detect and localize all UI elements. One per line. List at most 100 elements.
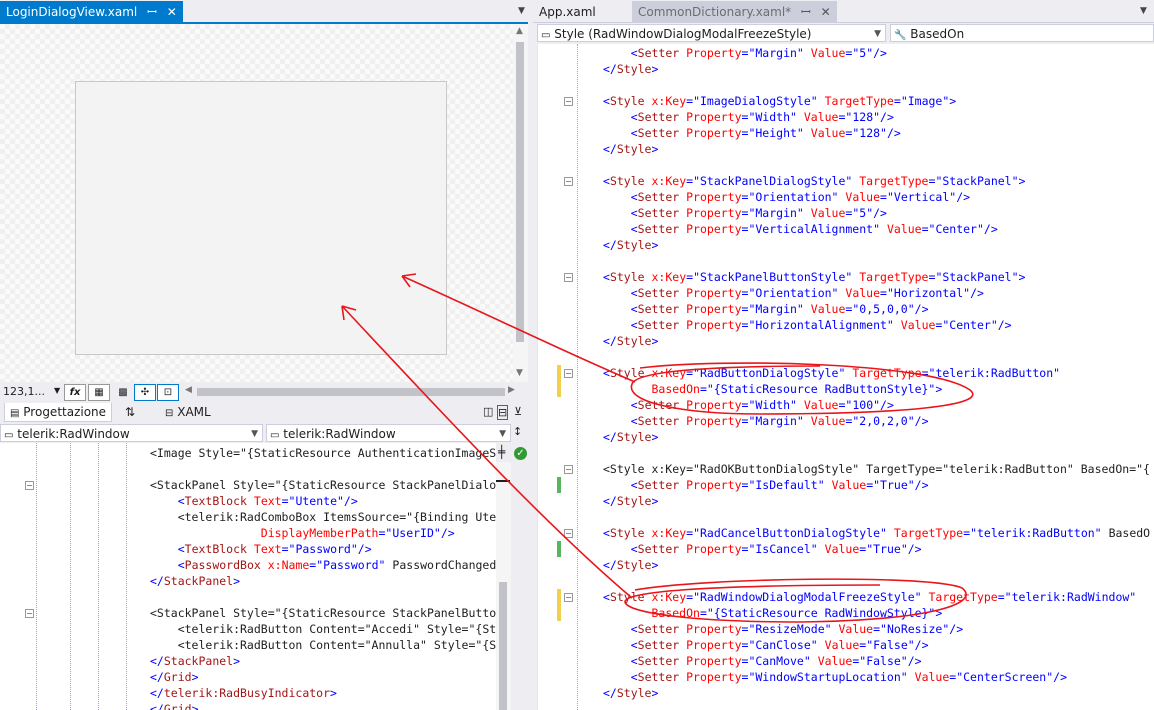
code-line[interactable]: <Setter Property="CanClose" Value="False…	[603, 637, 929, 653]
code-line[interactable]: <TextBlock Text="Password"/>	[150, 541, 372, 557]
code-line[interactable]: </Grid>	[150, 669, 199, 685]
fold-icon[interactable]: −	[564, 97, 573, 106]
code-line[interactable]: <Setter Property="Width" Value="128"/>	[603, 109, 894, 125]
splitter-icon[interactable]: ╪	[498, 445, 505, 459]
designer-vscroll[interactable]: ▲ ▼	[513, 24, 528, 382]
code-line[interactable]: </StackPanel>	[150, 653, 240, 669]
code-line[interactable]: <telerik:RadButton Content="Annulla" Sty…	[150, 637, 496, 653]
swap-panes-icon[interactable]: ⇅	[120, 403, 140, 421]
design-surface[interactable]	[0, 24, 513, 382]
code-line[interactable]: <PasswordBox x:Name="Password" PasswordC…	[150, 557, 496, 573]
formula-icon[interactable]: fx	[64, 384, 86, 401]
type-combo[interactable]: ▭ Style (RadWindowDialogModalFreezeStyle…	[537, 24, 886, 42]
fold-icon[interactable]: −	[25, 481, 34, 490]
zoom-dropdown-icon[interactable]: ▼	[54, 386, 60, 395]
tab-app-xaml[interactable]: App.xaml	[533, 1, 602, 23]
split-divider[interactable]	[528, 0, 533, 710]
code-line[interactable]: <Style x:Key="ImageDialogStyle" TargetTy…	[603, 93, 956, 109]
code-line[interactable]: <Setter Property="WindowStartupLocation"…	[603, 669, 1067, 685]
hscroll-left-icon[interactable]: ◀	[185, 385, 192, 395]
code-line[interactable]: </Style>	[603, 61, 658, 77]
snap-icon[interactable]: ✣	[134, 384, 156, 401]
code-line[interactable]: <Style x:Key="RadWindowDialogModalFreeze…	[603, 589, 1136, 605]
code-line[interactable]: DisplayMemberPath="UserID"/>	[150, 525, 455, 541]
tab-xaml[interactable]: ⊟ XAML	[160, 403, 216, 421]
collapse-pane-icon[interactable]: ⊻	[514, 405, 522, 418]
left-xaml-editor[interactable]: <Image Style="{StaticResource Authentica…	[0, 443, 496, 710]
code-line[interactable]: <StackPanel Style="{StaticResource Stack…	[150, 477, 496, 493]
tab-common-dictionary[interactable]: CommonDictionary.xaml* ꟷ ✕	[632, 1, 837, 23]
scroll-thumb[interactable]	[516, 42, 524, 342]
close-icon[interactable]: ✕	[821, 5, 831, 19]
fold-icon[interactable]: −	[564, 273, 573, 282]
code-line[interactable]: <Image Style="{StaticResource Authentica…	[150, 445, 496, 461]
split-vertical-icon[interactable]: ◫	[483, 405, 493, 418]
code-line[interactable]: <telerik:RadComboBox ItemsSource="{Bindi…	[150, 509, 496, 525]
code-line[interactable]: <Setter Property="Width" Value="100"/>	[603, 397, 894, 413]
code-line[interactable]: </Style>	[603, 493, 658, 509]
zoom-level[interactable]: 123,1...	[3, 385, 45, 398]
code-line[interactable]: <Setter Property="CanMove" Value="False"…	[603, 653, 922, 669]
element-member-combo[interactable]: ▭ telerik:RadWindow ▼	[266, 424, 511, 442]
artboard-icon[interactable]: ▩	[112, 384, 134, 401]
fold-icon[interactable]: −	[564, 177, 573, 186]
code-line[interactable]: </Style>	[603, 237, 658, 253]
pin-icon[interactable]: ꟷ	[147, 5, 157, 19]
scroll-thumb[interactable]	[499, 582, 507, 710]
split-horizontal-icon[interactable]: ⊟	[497, 405, 509, 420]
tab-overflow-icon[interactable]: ▼	[518, 6, 525, 16]
code-line[interactable]: <Setter Property="IsDefault" Value="True…	[603, 477, 929, 493]
design-window-preview[interactable]	[75, 81, 447, 355]
code-line[interactable]: <Setter Property="Height" Value="128"/>	[603, 125, 901, 141]
zoom-fit-icon[interactable]: ⊡	[157, 384, 179, 401]
code-line[interactable]: <Setter Property="Margin" Value="5"/>	[603, 45, 887, 61]
member-combo[interactable]: 🔧 BasedOn	[890, 24, 1154, 42]
code-line[interactable]: <Style x:Key="StackPanelDialogStyle" Tar…	[603, 173, 1025, 189]
code-line[interactable]: </Style>	[603, 557, 658, 573]
code-line[interactable]: <Setter Property="ResizeMode" Value="NoR…	[603, 621, 963, 637]
tab-design[interactable]: ▤ Progettazione	[4, 403, 113, 422]
close-icon[interactable]: ✕	[167, 5, 177, 19]
code-line[interactable]: <TextBlock Text="Utente"/>	[150, 493, 358, 509]
pin-icon[interactable]: ꟷ	[801, 5, 811, 19]
splitter-icon[interactable]: ↕	[513, 425, 522, 438]
tab-overflow-icon[interactable]: ▼	[1140, 6, 1147, 16]
code-line[interactable]: </Style>	[603, 685, 658, 701]
code-line[interactable]: </Grid>	[150, 701, 199, 710]
code-line[interactable]: <Style x:Key="StackPanelButtonStyle" Tar…	[603, 269, 1025, 285]
hscroll-track[interactable]	[197, 388, 505, 396]
code-line[interactable]: <Setter Property="Margin" Value="0,5,0,0…	[603, 301, 929, 317]
code-line[interactable]: <telerik:RadButton Content="Accedi" Styl…	[150, 621, 496, 637]
right-xaml-editor[interactable]: <Setter Property="Margin" Value="5"/> </S…	[537, 44, 1154, 710]
code-line[interactable]: <Style x:Key="RadOKButtonDialogStyle" Ta…	[603, 461, 1150, 477]
code-line[interactable]: </StackPanel>	[150, 573, 240, 589]
code-line[interactable]: <Setter Property="Orientation" Value="Ve…	[603, 189, 970, 205]
code-line[interactable]: </Style>	[603, 141, 658, 157]
code-line[interactable]: BasedOn="{StaticResource RadButtonStyle}…	[603, 381, 942, 397]
code-line[interactable]: <StackPanel Style="{StaticResource Stack…	[150, 605, 496, 621]
code-line[interactable]: <Style x:Key="RadCancelButtonDialogStyle…	[603, 525, 1150, 541]
fold-icon[interactable]: −	[564, 593, 573, 602]
scroll-down-icon[interactable]: ▼	[516, 368, 523, 378]
code-line[interactable]: </Style>	[603, 429, 658, 445]
code-line[interactable]: <Setter Property="IsCancel" Value="True"…	[603, 541, 922, 557]
tab-login-dialog-view[interactable]: LoginDialogView.xaml ꟷ ✕	[0, 1, 183, 23]
fold-icon[interactable]: −	[564, 369, 573, 378]
element-type-combo[interactable]: ▭ telerik:RadWindow ▼	[0, 424, 263, 442]
code-line[interactable]: BasedOn="{StaticResource RadWindowStyle}…	[603, 605, 942, 621]
left-editor-vscroll[interactable]	[496, 462, 511, 710]
grid-icon[interactable]: ▦	[88, 384, 110, 401]
code-line[interactable]: <Setter Property="HorizontalAlignment" V…	[603, 317, 1012, 333]
code-line[interactable]: </telerik:RadBusyIndicator>	[150, 685, 337, 701]
code-line[interactable]: <Setter Property="Margin" Value="5"/>	[603, 205, 887, 221]
code-line[interactable]: <Setter Property="Margin" Value="2,0,2,0…	[603, 413, 929, 429]
code-line[interactable]: <Style x:Key="RadButtonDialogStyle" Targ…	[603, 365, 1060, 381]
code-line[interactable]: <Setter Property="VerticalAlignment" Val…	[603, 221, 998, 237]
fold-icon[interactable]: −	[25, 609, 34, 618]
scroll-up-icon[interactable]: ▲	[516, 26, 523, 36]
code-line[interactable]: </Style>	[603, 333, 658, 349]
fold-icon[interactable]: −	[564, 465, 573, 474]
fold-icon[interactable]: −	[564, 529, 573, 538]
code-line[interactable]: <Setter Property="Orientation" Value="Ho…	[603, 285, 984, 301]
hscroll-right-icon[interactable]: ▶	[508, 385, 515, 395]
